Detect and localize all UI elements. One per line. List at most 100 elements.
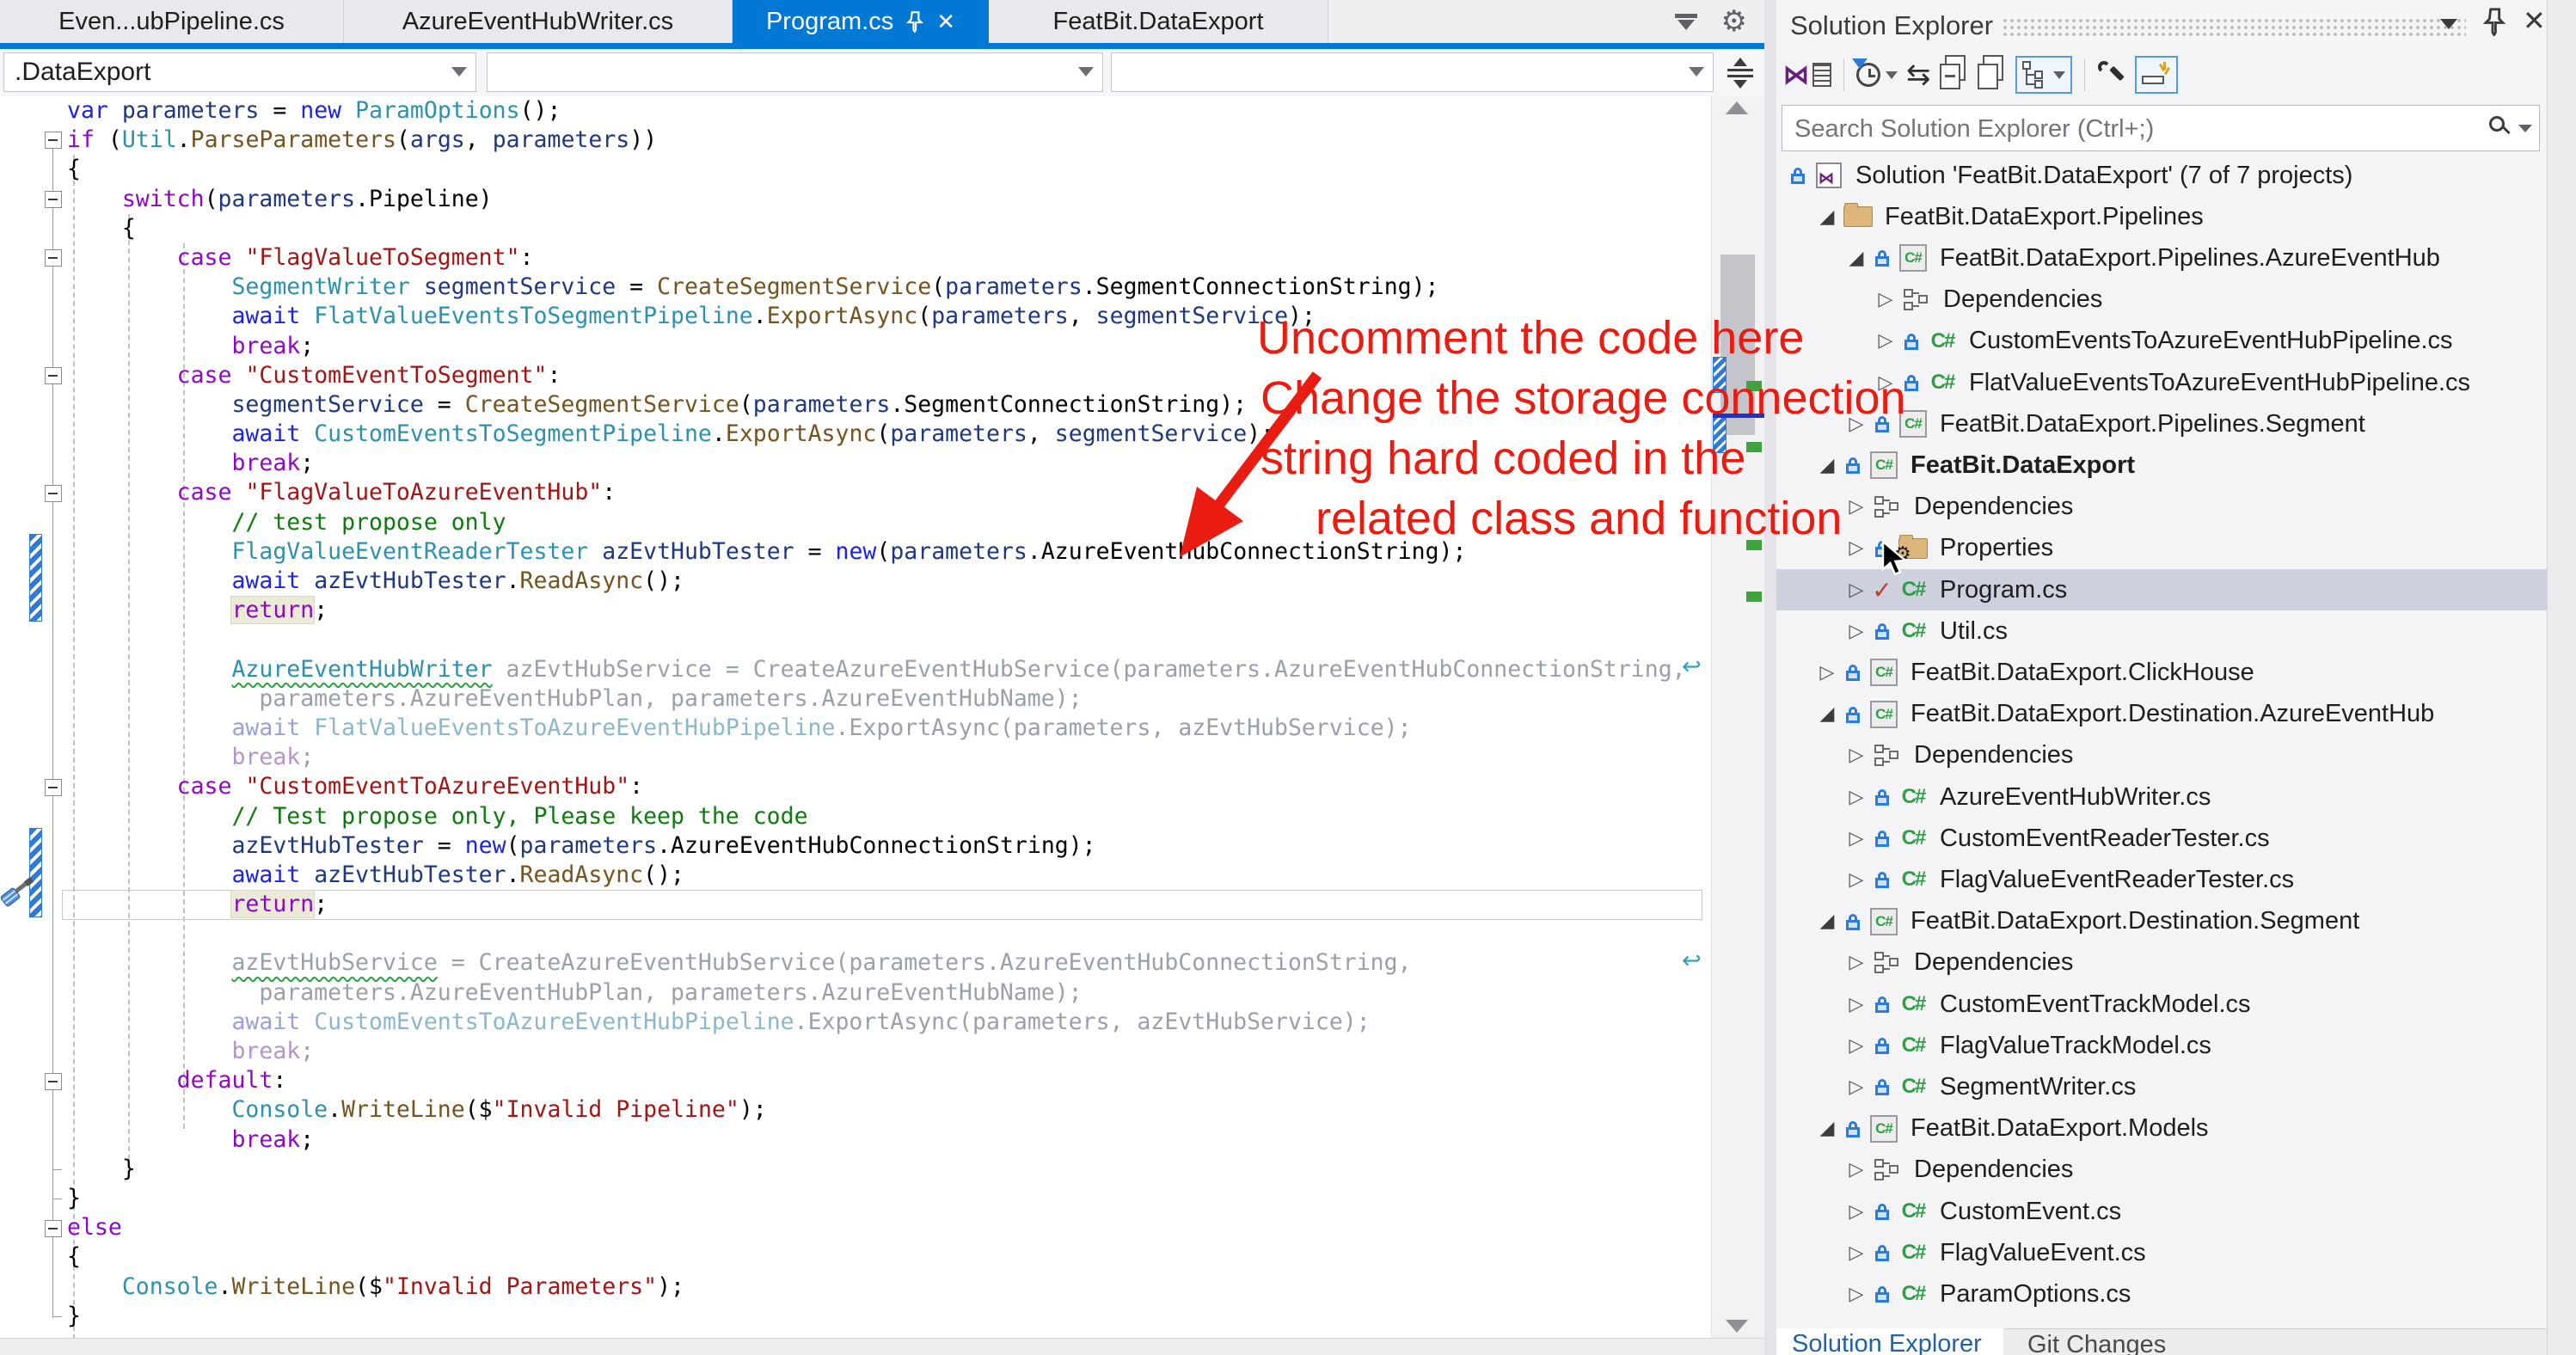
- expander-collapsed-icon[interactable]: ▷: [1843, 414, 1869, 435]
- scrollbar-thumb[interactable]: [1720, 254, 1755, 435]
- expander-collapsed-icon[interactable]: ▷: [1843, 745, 1869, 766]
- expander-expanded-icon[interactable]: ◢: [1814, 206, 1840, 228]
- close-icon[interactable]: ✕: [2523, 7, 2546, 34]
- preview-selected-items-button[interactable]: [2135, 56, 2178, 94]
- tree-row-featbit-dataexport-clickhouse[interactable]: ▷C#FeatBit.DataExport.ClickHouse: [1776, 652, 2576, 693]
- window-list-icon[interactable]: [1673, 14, 1699, 30]
- drag-grip[interactable]: [2002, 17, 2466, 36]
- expander-collapsed-icon[interactable]: ▷: [1843, 828, 1869, 849]
- expander-expanded-icon[interactable]: ◢: [1814, 455, 1840, 476]
- tree-row-featbit-dataexport-destination-segment[interactable]: ◢C#FeatBit.DataExport.Destination.Segmen…: [1776, 901, 2576, 942]
- close-icon[interactable]: ✕: [936, 10, 955, 33]
- tree-row-dependencies[interactable]: ▷Dependencies: [1776, 735, 2576, 776]
- split-editor-handle[interactable]: [1723, 56, 1757, 90]
- expander-collapsed-icon[interactable]: ▷: [1814, 662, 1840, 684]
- search-icon[interactable]: [2489, 116, 2505, 132]
- tree-row-flagvalueeventreadertester-cs[interactable]: ▷C#FlagValueEventReaderTester.cs: [1776, 859, 2576, 900]
- tab-even-ubpipeline-cs[interactable]: Even...ubPipeline.cs: [0, 0, 344, 43]
- expander-expanded-icon[interactable]: ◢: [1814, 1118, 1840, 1139]
- scroll-up-icon[interactable]: [1726, 101, 1748, 114]
- tree-row-customeventtrackmodel-cs[interactable]: ▷C#CustomEventTrackModel.cs: [1776, 984, 2576, 1025]
- tree-row-featbit-dataexport-pipelines[interactable]: ◢FeatBit.DataExport.Pipelines: [1776, 196, 2576, 237]
- fold-collapse-box[interactable]: [45, 132, 62, 149]
- expander-collapsed-icon[interactable]: ▷: [1843, 952, 1869, 973]
- member-dropdown[interactable]: [1111, 52, 1714, 92]
- fold-collapse-box[interactable]: [45, 249, 62, 267]
- tree-row-segmentwriter-cs[interactable]: ▷C#SegmentWriter.cs: [1776, 1066, 2576, 1107]
- tree-row-util-cs[interactable]: ▷C#Util.cs: [1776, 610, 2576, 652]
- tab-solution-explorer[interactable]: Solution Explorer: [1776, 1328, 2003, 1355]
- switch-views-button[interactable]: ⋈: [1783, 56, 1831, 94]
- pin-icon[interactable]: [2481, 7, 2507, 40]
- project-dropdown[interactable]: .DataExport: [3, 52, 476, 92]
- tree-row-dependencies[interactable]: ▷Dependencies: [1776, 942, 2576, 984]
- expander-expanded-icon[interactable]: ◢: [1814, 910, 1840, 932]
- fold-collapse-box[interactable]: [45, 779, 62, 796]
- chevron-down-icon[interactable]: [2518, 125, 2532, 132]
- pending-changes-filter-button[interactable]: [1856, 56, 1898, 94]
- tree-row-featbit-dataexport-destination-azureeventhub[interactable]: ◢C#FeatBit.DataExport.Destination.AzureE…: [1776, 694, 2576, 735]
- properties-button[interactable]: [2097, 56, 2126, 94]
- expander-collapsed-icon[interactable]: ▷: [1843, 1242, 1869, 1264]
- pin-icon[interactable]: [905, 10, 924, 33]
- search-input[interactable]: Search Solution Explorer (Ctrl+;): [1782, 105, 2540, 151]
- tree-row-customevent-cs[interactable]: ▷C#CustomEvent.cs: [1776, 1191, 2576, 1232]
- tree-row-customeventstoazureeventhubpipeline-cs[interactable]: ▷C#CustomEventsToAzureEventHubPipeline.c…: [1776, 321, 2576, 362]
- tab-featbit-dataexport[interactable]: FeatBit.DataExport: [989, 0, 1328, 43]
- tree-row-paramoptions-cs[interactable]: ▷C#ParamOptions.cs: [1776, 1273, 2576, 1315]
- copy-pages-button[interactable]: [1978, 56, 2007, 94]
- fold-collapse-box[interactable]: [45, 1073, 62, 1090]
- fold-collapse-box[interactable]: [45, 367, 62, 384]
- expander-collapsed-icon[interactable]: ▷: [1843, 1076, 1869, 1098]
- expander-collapsed-icon[interactable]: ▷: [1873, 372, 1898, 394]
- file-nesting-button[interactable]: [2015, 56, 2072, 94]
- tree-row-flagvalueevent-cs[interactable]: ▷C#FlagValueEvent.cs: [1776, 1232, 2576, 1273]
- gear-icon[interactable]: ⚙: [1721, 7, 1747, 36]
- expander-collapsed-icon[interactable]: ▷: [1843, 496, 1869, 518]
- tree-row-dependencies[interactable]: ▷Dependencies: [1776, 1150, 2576, 1191]
- tree-row-azureeventhubwriter-cs[interactable]: ▷C#AzureEventHubWriter.cs: [1776, 776, 2576, 818]
- fold-collapse-box[interactable]: [45, 485, 62, 502]
- expander-collapsed-icon[interactable]: ▷: [1843, 1201, 1869, 1223]
- expander-collapsed-icon[interactable]: ▷: [1843, 537, 1869, 559]
- editor-vertical-scrollbar[interactable]: [1711, 96, 1764, 1338]
- tree-row-dependencies[interactable]: ▷Dependencies: [1776, 279, 2576, 321]
- tree-row-dependencies[interactable]: ▷Dependencies: [1776, 487, 2576, 528]
- tab-azureeventhubwriter-cs[interactable]: AzureEventHubWriter.cs: [344, 0, 733, 43]
- expander-collapsed-icon[interactable]: ▷: [1843, 579, 1869, 601]
- project-dropdown-value: .DataExport: [15, 58, 150, 87]
- tree-row-customeventreadertester-cs[interactable]: ▷C#CustomEventReaderTester.cs: [1776, 818, 2576, 859]
- expander-collapsed-icon[interactable]: ▷: [1843, 869, 1869, 891]
- tree-row-featbit-dataexport-pipelines-segment[interactable]: ▷C#FeatBit.DataExport.Pipelines.Segment: [1776, 403, 2576, 445]
- expander-expanded-icon[interactable]: ◢: [1814, 703, 1840, 725]
- csharp-file-icon: C#: [1895, 868, 1931, 892]
- expander-collapsed-icon[interactable]: ▷: [1843, 1035, 1869, 1057]
- quick-actions-screwdriver-icon[interactable]: [2, 872, 36, 906]
- expander-collapsed-icon[interactable]: ▷: [1873, 330, 1898, 352]
- expander-collapsed-icon[interactable]: ▷: [1843, 621, 1869, 642]
- csharp-project-icon: C#: [1866, 908, 1902, 935]
- expander-collapsed-icon[interactable]: ▷: [1843, 1159, 1869, 1180]
- collapse-all-button[interactable]: [1940, 56, 1969, 94]
- panel-splitter[interactable]: [1764, 0, 1776, 1355]
- tab-program-cs[interactable]: Program.cs✕: [733, 0, 989, 43]
- tree-row-featbit-dataexport-pipelines-azureeventhub[interactable]: ◢C#FeatBit.DataExport.Pipelines.AzureEve…: [1776, 237, 2576, 279]
- sync-with-active-document-button[interactable]: ⇆: [1906, 56, 1931, 94]
- expander-collapsed-icon[interactable]: ▷: [1843, 994, 1869, 1015]
- scroll-down-icon[interactable]: [1726, 1320, 1748, 1333]
- expander-collapsed-icon[interactable]: ▷: [1843, 787, 1869, 808]
- type-dropdown[interactable]: [487, 52, 1103, 92]
- code-editor[interactable]: var parameters = new ParamOptions();if (…: [0, 96, 1711, 1338]
- tree-row-flagvaluetrackmodel-cs[interactable]: ▷C#FlagValueTrackModel.cs: [1776, 1025, 2576, 1066]
- tree-row-solution-featbit-dataexport-7-of-7-projects-[interactable]: ⋈Solution 'FeatBit.DataExport' (7 of 7 p…: [1776, 155, 2555, 196]
- fold-collapse-box[interactable]: [45, 191, 62, 208]
- expander-collapsed-icon[interactable]: ▷: [1873, 289, 1898, 310]
- expander-expanded-icon[interactable]: ◢: [1843, 248, 1869, 269]
- window-position-icon[interactable]: [2440, 19, 2457, 29]
- fold-collapse-box[interactable]: [45, 1220, 62, 1237]
- tree-row-featbit-dataexport-models[interactable]: ◢C#FeatBit.DataExport.Models: [1776, 1108, 2576, 1150]
- expander-collapsed-icon[interactable]: ▷: [1843, 1284, 1869, 1305]
- tab-git-changes[interactable]: Git Changes: [2003, 1328, 2547, 1355]
- tree-row-flatvalueeventstoazureeventhubpipeline-cs[interactable]: ▷C#FlatValueEventsToAzureEventHubPipelin…: [1776, 362, 2576, 403]
- tree-row-featbit-dataexport[interactable]: ◢C#FeatBit.DataExport: [1776, 445, 2576, 486]
